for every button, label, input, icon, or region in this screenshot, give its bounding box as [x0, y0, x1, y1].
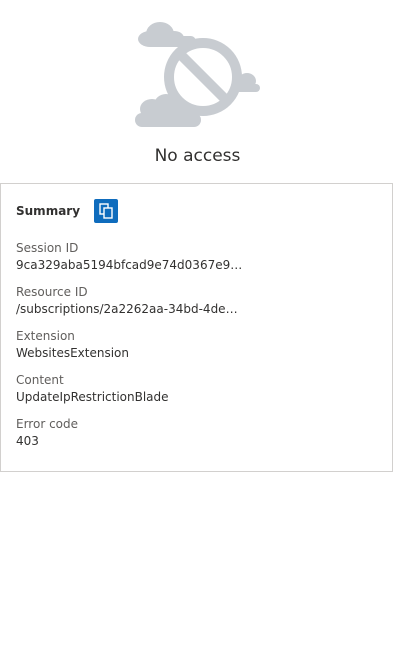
- session-id-value: 9ca329aba5194bfcad9e74d0367e98b8: [16, 258, 244, 272]
- no-access-page: No access Summary Session ID 9ca329aba51…: [0, 0, 395, 646]
- resource-id-field: Resource ID /subscriptions/2a2262aa-34bd…: [16, 284, 376, 318]
- summary-card: Summary Session ID 9ca329aba5194bfcad9e7…: [0, 183, 393, 472]
- copy-icon: [99, 203, 113, 219]
- error-code-label: Error code: [16, 417, 79, 431]
- summary-header: Summary: [16, 198, 119, 224]
- extension-value: WebsitesExtension: [16, 346, 129, 360]
- copy-button[interactable]: [94, 199, 119, 223]
- summary-label: Summary: [16, 204, 81, 218]
- resource-id-label: Resource ID: [16, 285, 88, 299]
- no-access-illustration-icon: [135, 22, 260, 127]
- content-field: Content UpdateIpRestrictionBlade: [16, 372, 376, 406]
- extension-label: Extension: [16, 329, 75, 343]
- content-label: Content: [16, 373, 64, 387]
- extension-field: Extension WebsitesExtension: [16, 328, 376, 362]
- session-id-field: Session ID 9ca329aba5194bfcad9e74d0367e9…: [16, 240, 376, 274]
- page-title: No access: [154, 146, 241, 166]
- resource-id-value: /subscriptions/2a2262aa-34bd-4dec-...: [16, 302, 244, 316]
- error-code-field: Error code 403: [16, 416, 376, 450]
- error-code-value: 403: [16, 434, 39, 448]
- content-value: UpdateIpRestrictionBlade: [16, 390, 169, 404]
- session-id-label: Session ID: [16, 241, 79, 255]
